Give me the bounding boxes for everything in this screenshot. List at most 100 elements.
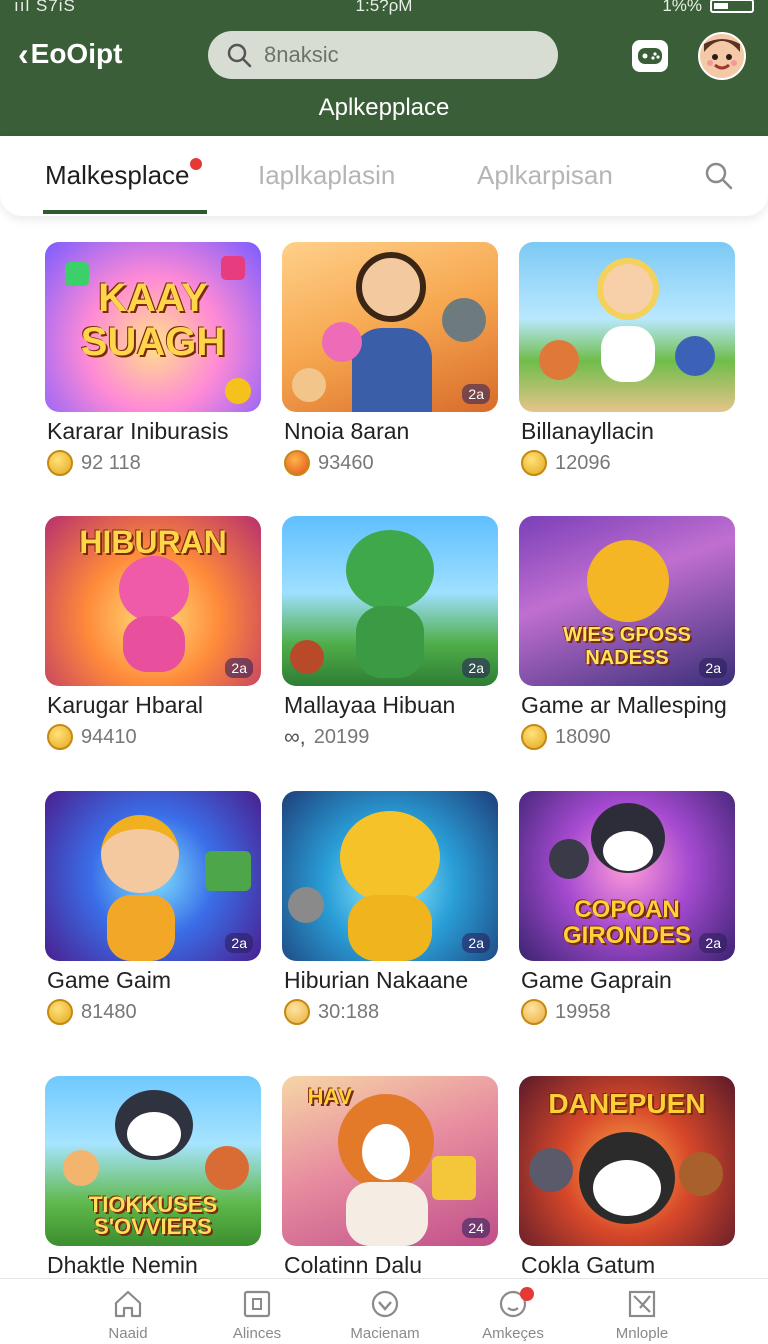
game-card[interactable]: 2a Hiburian Nakaane 30:188 [282,791,498,1025]
nav-item-home[interactable]: Naaid [63,1287,193,1342]
tab-iaplkaplasin[interactable]: Iaplkaplasin [258,160,395,191]
play-count: 92 118 [81,451,141,474]
game-meta: 30:188 [284,999,379,1025]
level-badge: 2a [699,658,727,678]
game-thumbnail: 2a [45,791,261,961]
tab-malkesplace[interactable]: Malkesplace [45,158,202,191]
search-input[interactable]: 8naksic [208,31,558,79]
game-card[interactable]: 2a Mallayaa Hibuan ∞, 20199 [282,516,498,749]
gamepad-button[interactable] [632,40,668,72]
game-meta: 94410 [47,724,137,750]
level-badge: 2a [462,933,490,953]
game-card[interactable]: WIES GPOSS NADESS 2a Game ar Mallesping … [519,516,735,750]
play-icon [521,450,547,476]
game-meta: 93460 [284,450,374,476]
game-card[interactable]: TIOKKUSES S'OVVIERS Dhaktle Nemin [45,1076,261,1278]
game-thumbnail: 2a [282,516,498,686]
battery-label: 1%% [662,0,702,15]
game-thumbnail: COPOAN GIRONDES 2a [519,791,735,961]
game-name: Dhaktle Nemin [47,1252,198,1278]
play-count: 18090 [555,725,611,748]
game-name: Cokla Gatum [521,1252,656,1278]
grid-box-icon [243,1290,271,1318]
game-title-art: HIBURAN [79,524,227,560]
game-card[interactable]: 2a Nnoia 8aran 93460 [282,242,498,476]
game-name: Mallayaa Hibuan [284,692,456,718]
home-icon [114,1290,142,1318]
clock: 1:5?ρM [355,0,413,15]
search-icon[interactable] [704,161,734,191]
app-header: ııl S7iS 1:5?ρM 1%% ‹ EoOipt 8naksic Apl… [0,0,768,136]
game-card[interactable]: HAV 24 Colatinn Dalu [282,1076,498,1278]
game-thumbnail: DANEPUEN [519,1076,735,1246]
box-x-icon [628,1290,656,1318]
nav-label: Amkeçes [482,1325,544,1342]
game-thumbnail: WIES GPOSS NADESS 2a [519,516,735,686]
nav-label: Naaid [108,1325,148,1342]
game-meta: 19958 [521,999,611,1025]
game-meta: ∞, 20199 [284,724,369,750]
game-card[interactable]: KAAY SUAGH Kararar Iniburasis 92 118 [45,242,261,476]
game-card[interactable]: HIBURAN 2a Karugar Hbaral 94410 [45,516,261,750]
active-tab-indicator [43,210,207,214]
game-card[interactable]: DANEPUEN Cokla Gatum [519,1076,735,1278]
tab-label: Iaplkaplasin [258,160,396,190]
play-count: 81480 [81,1000,137,1023]
level-badge: 2a [225,658,253,678]
nav-label: Macienam [350,1325,420,1342]
back-label: EoOipt [30,38,123,69]
game-name: Nnoia 8aran [284,418,410,444]
coin-icon [47,999,73,1025]
game-title-art: DANEPUEN [548,1088,706,1119]
nav-item-amkeces[interactable]: Amkeçes [448,1287,578,1342]
gamepad-icon [638,48,662,64]
game-name: Hiburian Nakaane [284,967,469,993]
notification-dot [189,158,202,170]
play-count: 93460 [318,451,374,474]
tab-aplkarpisan[interactable]: Aplkarpisan [477,160,613,191]
notification-dot [520,1287,534,1301]
nav-item-macienam[interactable]: Macienam [320,1287,450,1342]
game-name: Billanayllacin [521,418,654,444]
play-count: 20199 [313,725,370,748]
nav-item-alinces[interactable]: Alinces [192,1287,322,1342]
game-thumbnail [519,242,735,412]
game-meta: 18090 [521,724,611,750]
game-name: Game ar Mallesping [521,692,727,718]
page-title: Aplkepplace [318,94,450,121]
play-icon [521,724,547,750]
level-badge: 2a [462,658,490,678]
game-card[interactable]: Billanayllacin 12096 [519,242,735,476]
game-card[interactable]: COPOAN GIRONDES 2a Game Gaprain 19958 [519,791,735,1025]
game-meta: 92 118 [47,450,141,476]
game-thumbnail: HAV 24 [282,1076,498,1246]
game-name: Game Gaprain [521,967,672,993]
avatar[interactable] [698,32,746,80]
game-title-art: HAV [307,1084,353,1109]
game-thumbnail: 2a [282,791,498,961]
nav-label: Alinces [232,1325,282,1342]
status-bar: ııl S7iS 1:5?ρM 1%% [0,0,768,18]
tab-label: Malkesplace [45,160,190,190]
check-circle-icon [371,1290,399,1318]
nav-label: Mnlople [615,1325,669,1342]
game-card[interactable]: 2a Game Gaim 81480 [45,791,261,1025]
game-title-art: KAAY SUAGH [80,276,226,364]
level-badge: 2a [462,384,490,404]
play-count: 30:188 [318,1000,380,1023]
search-icon [227,43,252,68]
chevron-left-icon: ‹ [18,36,29,72]
nav-item-mnlople[interactable]: Mnlople [577,1287,707,1342]
search-placeholder: 8naksic [264,42,339,67]
level-badge: 2a [225,933,253,953]
cookie-icon [521,999,547,1025]
game-thumbnail: TIOKKUSES S'OVVIERS [45,1076,261,1246]
cookie-icon [284,999,310,1025]
coin-icon [47,724,73,750]
game-name: Colatinn Dalu [284,1252,423,1278]
level-badge: 2a [699,933,727,953]
game-name: Kararar Iniburasis [47,418,229,444]
play-count: 94410 [81,725,137,748]
game-name: Karugar Hbaral [47,692,203,718]
back-button[interactable]: ‹ EoOipt [18,38,122,70]
